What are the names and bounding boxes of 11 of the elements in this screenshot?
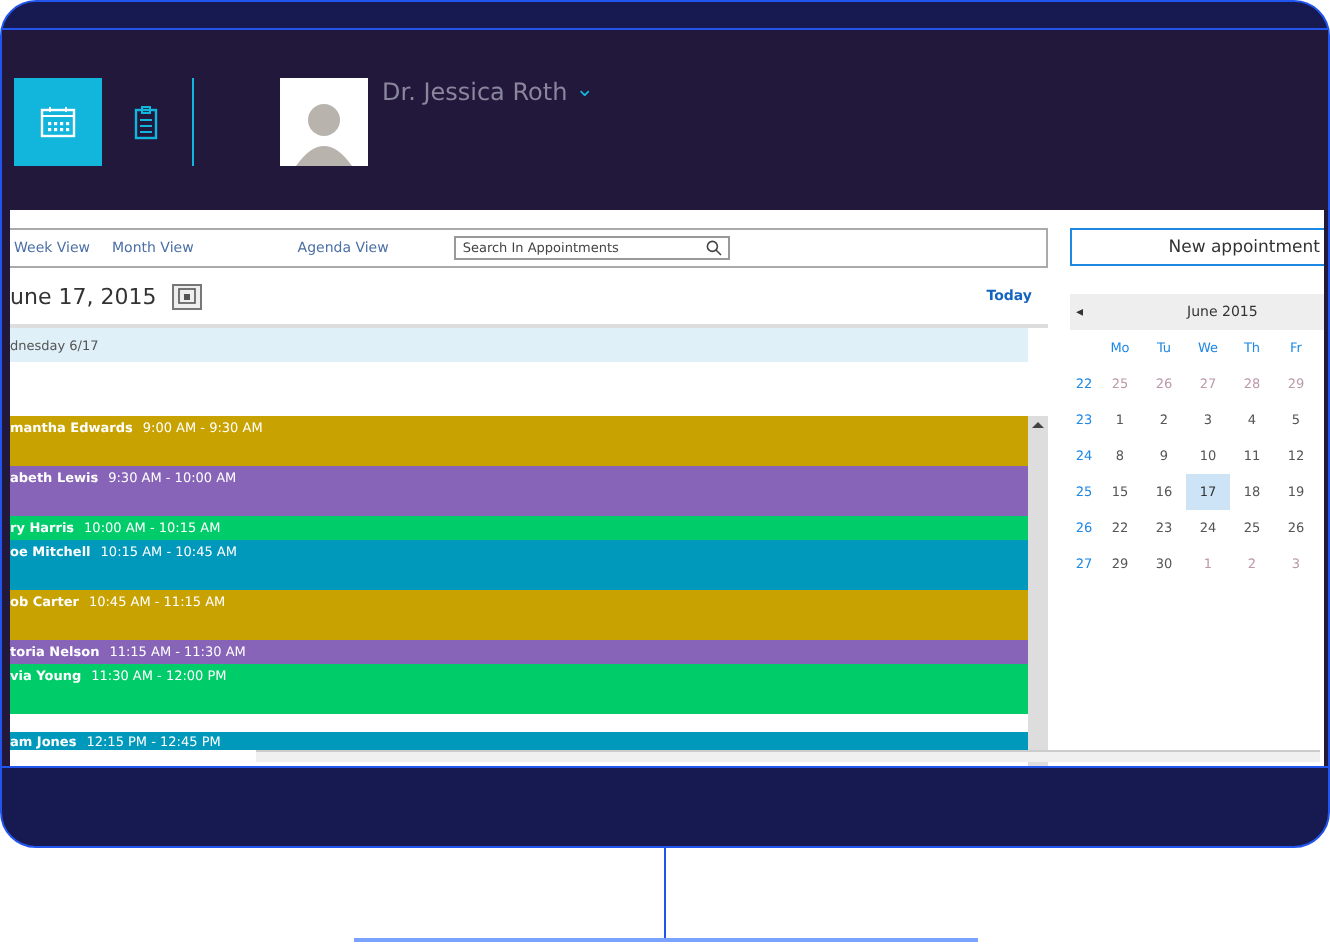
search-icon[interactable]	[706, 240, 723, 256]
horizontal-scrollbar[interactable]	[256, 750, 1320, 762]
avatar-placeholder	[280, 78, 368, 166]
calendar-icon	[40, 106, 76, 138]
clipboard-icon	[134, 105, 158, 139]
scrollbar[interactable]	[1028, 416, 1048, 766]
current-date: une 17, 2015	[10, 283, 157, 309]
chevron-icon[interactable]: ⌄	[575, 78, 594, 102]
date-picker-button[interactable]	[172, 283, 203, 309]
new-appointment-button[interactable]: New appointment	[1070, 228, 1324, 266]
user-name[interactable]: Dr. Jessica Roth	[382, 78, 568, 106]
